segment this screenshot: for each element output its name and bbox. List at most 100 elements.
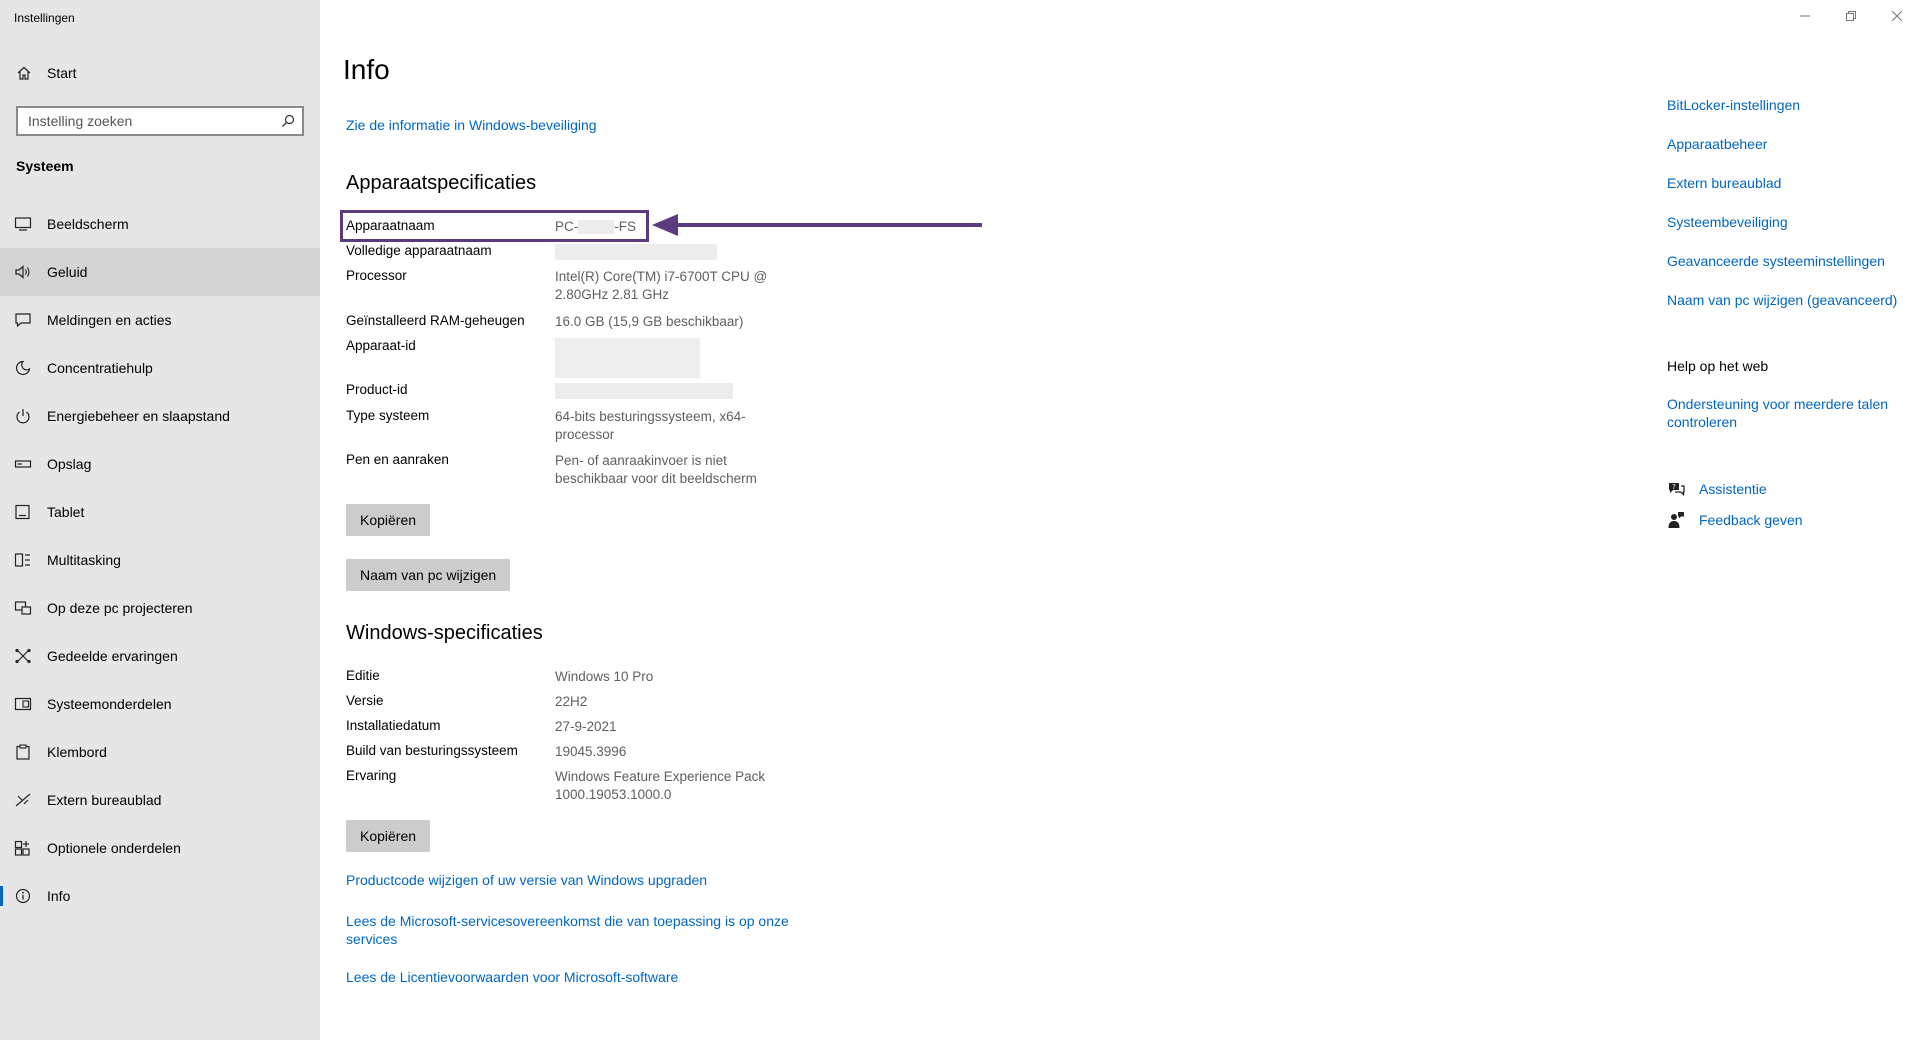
product-key-link[interactable]: Productcode wijzigen of uw versie van Wi…: [346, 872, 707, 888]
minimize-button[interactable]: [1782, 0, 1828, 32]
sidebar: Instellingen Start Systeem Beeldscherm G…: [0, 0, 320, 1040]
sidebar-item-label: Concentratiehulp: [47, 360, 153, 376]
sidebar-item-label: Geluid: [47, 264, 88, 280]
sidebar-item-beeldscherm[interactable]: Beeldscherm: [0, 200, 320, 248]
sidebar-item-label: Gedeelde ervaringen: [47, 648, 178, 664]
spec-value: 27-9-2021: [555, 719, 617, 734]
sidebar-item-geluid[interactable]: Geluid: [0, 248, 320, 296]
spec-key: Geïnstalleerd RAM-geheugen: [346, 313, 525, 328]
notification-icon: [14, 312, 32, 328]
service-agreement-link[interactable]: Lees de Microsoft-servicesovereenkomst d…: [346, 912, 806, 948]
assistance-item[interactable]: ? Assistentie: [1667, 480, 1767, 498]
spec-key: Build van besturingssysteem: [346, 743, 518, 758]
sidebar-item-concentratiehulp[interactable]: Concentratiehulp: [0, 344, 320, 392]
spec-key: Ervaring: [346, 768, 397, 783]
highlight-box: [340, 210, 649, 242]
moon-icon: [14, 360, 32, 376]
sidebar-item-meldingen[interactable]: Meldingen en acties: [0, 296, 320, 344]
remote-icon: [14, 792, 32, 808]
help-link-languages[interactable]: Ondersteuning voor meerdere talen contro…: [1667, 395, 1907, 431]
sidebar-item-label: Opslag: [47, 456, 92, 472]
redacted-block: [555, 338, 700, 378]
spec-key: Apparaat-id: [346, 338, 416, 353]
sidebar-item-label: Info: [47, 888, 71, 904]
multitasking-icon: [14, 552, 32, 568]
sidebar-item-info[interactable]: Info: [0, 872, 320, 920]
spec-value: Windows 10 Pro: [555, 669, 654, 684]
shared-icon: [14, 648, 32, 664]
sidebar-item-label: Tablet: [47, 504, 85, 520]
sidebar-nav: Beeldscherm Geluid Meldingen en acties C…: [0, 200, 320, 920]
spec-key: Versie: [346, 693, 384, 708]
sidebar-item-extern-bureaublad[interactable]: Extern bureaublad: [0, 776, 320, 824]
components-icon: [14, 696, 32, 712]
sidebar-item-opslag[interactable]: Opslag: [0, 440, 320, 488]
page-title: Info: [343, 54, 390, 85]
sidebar-item-energiebeheer[interactable]: Energiebeheer en slaapstand: [0, 392, 320, 440]
windows-specs-heading: Windows-specificaties: [346, 622, 543, 644]
related-link-geavanceerde-instellingen[interactable]: Geavanceerde systeeminstellingen: [1667, 252, 1907, 270]
sidebar-item-label: Optionele onderdelen: [47, 840, 181, 856]
sidebar-item-optionele-onderdelen[interactable]: Optionele onderdelen: [0, 824, 320, 872]
copy-windows-specs-button[interactable]: Kopiëren: [346, 820, 431, 852]
spec-value: 22H2: [555, 694, 588, 709]
assistance-link[interactable]: Assistentie: [1699, 481, 1767, 497]
sidebar-item-tablet[interactable]: Tablet: [0, 488, 320, 536]
sidebar-item-label: Extern bureaublad: [47, 792, 162, 808]
sidebar-item-projecteren[interactable]: Op deze pc projecteren: [0, 584, 320, 632]
spec-key: Installatiedatum: [346, 718, 441, 733]
restore-icon: [1846, 11, 1856, 21]
close-button[interactable]: [1874, 0, 1920, 32]
related-link-extern-bureaublad[interactable]: Extern bureaublad: [1667, 174, 1907, 192]
spec-key: Volledige apparaatnaam: [346, 243, 492, 258]
help-heading: Help op het web: [1667, 358, 1769, 374]
spec-value: Intel(R) Core(TM) i7-6700T CPU @ 2.80GHz…: [555, 269, 768, 302]
spec-value: Pen- of aanraakinvoer is niet beschikbaa…: [555, 453, 757, 486]
related-link-apparaatbeheer[interactable]: Apparaatbeheer: [1667, 135, 1907, 153]
feedback-item[interactable]: Feedback geven: [1667, 511, 1803, 529]
restore-button[interactable]: [1828, 0, 1874, 32]
sidebar-item-multitasking[interactable]: Multitasking: [0, 536, 320, 584]
sidebar-item-label: Systeemonderdelen: [47, 696, 172, 712]
search-input[interactable]: [18, 108, 302, 134]
windows-security-link[interactable]: Zie de informatie in Windows-beveiliging: [346, 117, 597, 133]
sidebar-item-systeemonderdelen[interactable]: Systeemonderdelen: [0, 680, 320, 728]
home-icon: [16, 65, 32, 81]
spec-key: Type systeem: [346, 408, 430, 423]
license-terms-link[interactable]: Lees de Licentievoorwaarden voor Microso…: [346, 969, 678, 985]
feedback-link[interactable]: Feedback geven: [1699, 512, 1803, 528]
related-link-systeembeveiliging[interactable]: Systeembeveiliging: [1667, 213, 1907, 231]
spec-key: Product-id: [346, 382, 408, 397]
search-icon[interactable]: [281, 114, 295, 128]
copy-device-specs-button[interactable]: Kopiëren: [346, 504, 431, 536]
window-controls: [1782, 0, 1920, 32]
app-title: Instellingen: [14, 11, 75, 25]
power-icon: [14, 408, 32, 424]
spec-key: Pen en aanraken: [346, 452, 449, 467]
rename-pc-button[interactable]: Naam van pc wijzigen: [346, 559, 511, 591]
speaker-icon: [14, 264, 32, 280]
clipboard-icon: [14, 744, 32, 760]
tablet-icon: [14, 504, 32, 520]
sidebar-item-label: Meldingen en acties: [47, 312, 172, 328]
feedback-icon: [1667, 511, 1685, 529]
spec-key: Editie: [346, 668, 380, 683]
sidebar-item-start[interactable]: Start: [0, 58, 320, 88]
related-link-naam-wijzigen[interactable]: Naam van pc wijzigen (geavanceerd): [1667, 291, 1907, 309]
spec-value: Windows Feature Experience Pack 1000.190…: [555, 769, 766, 802]
sidebar-item-gedeelde-ervaringen[interactable]: Gedeelde ervaringen: [0, 632, 320, 680]
redacted-block: [555, 383, 733, 400]
related-link-bitlocker[interactable]: BitLocker-instellingen: [1667, 96, 1907, 114]
spec-value: 64-bits besturingssysteem, x64-processor: [555, 409, 746, 442]
optional-icon: [14, 840, 32, 856]
sidebar-item-label: Klembord: [47, 744, 107, 760]
sidebar-item-label: Energiebeheer en slaapstand: [47, 408, 230, 424]
selected-indicator: [0, 886, 3, 906]
search-box: [16, 106, 304, 136]
spec-value: 16.0 GB (15,9 GB beschikbaar): [555, 314, 744, 329]
chat-help-icon: ?: [1667, 480, 1685, 498]
related-settings: BitLocker-instellingen Apparaatbeheer Ex…: [1667, 96, 1907, 309]
sidebar-item-klembord[interactable]: Klembord: [0, 728, 320, 776]
spec-value: [555, 382, 780, 400]
device-specs-heading: Apparaatspecificaties: [346, 172, 537, 194]
